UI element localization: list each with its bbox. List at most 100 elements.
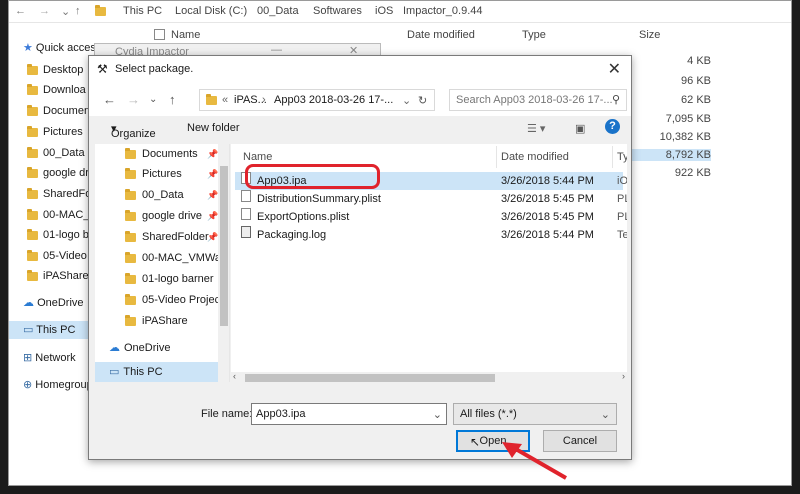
bg-size-cell: 96 KB: [681, 75, 711, 87]
view-options-icon[interactable]: ☰ ▾: [527, 122, 545, 135]
file-date: 3/26/2018 5:45 PM: [501, 211, 594, 223]
file-list-hscrollbar[interactable]: ‹ ›: [231, 371, 627, 384]
bg-checkbox[interactable]: [154, 29, 165, 43]
nav-item-05-video-project[interactable]: 05-Video Project: [95, 290, 219, 310]
nav-item-onedrive[interactable]: ☁ OneDrive: [95, 338, 219, 358]
cloud-icon: ☁: [23, 297, 38, 309]
preview-pane-icon[interactable]: ▣: [575, 122, 585, 135]
file-date: 3/26/2018 5:45 PM: [501, 193, 594, 205]
file-name-label: File name:: [201, 408, 253, 420]
bg-breadcrumb-item[interactable]: 00_Data: [257, 5, 299, 17]
organize-button[interactable]: Organize ▾: [111, 122, 156, 140]
scroll-right-icon[interactable]: ›: [622, 371, 625, 381]
bg-col-size[interactable]: Size: [639, 29, 660, 41]
scroll-left-icon[interactable]: ‹: [233, 371, 236, 381]
bg-breadcrumb-item[interactable]: Impactor_0.9.44: [403, 5, 483, 17]
dialog-toolbar: Organize ▾ New folder ☰ ▾ ▣ ?: [89, 116, 631, 142]
cloud-icon: ☁: [109, 342, 120, 354]
file-name-value: App03.ipa: [256, 408, 306, 420]
file-type-select[interactable]: All files (*.*) ⌄: [453, 403, 617, 425]
bg-size-cell: 922 KB: [674, 167, 711, 179]
bg-size-cell: 8,792 KB: [631, 149, 711, 161]
folder-icon: [27, 83, 38, 95]
nav-item-pictures[interactable]: Pictures 📌: [95, 164, 219, 184]
bg-col-date[interactable]: Date modified: [407, 29, 475, 41]
bg-size-cell: 7,095 KB: [665, 113, 711, 125]
dialog-title: Select package.: [115, 63, 194, 75]
dropdown-icon: ⌄: [61, 6, 71, 18]
nav-item-00-mac-vmware[interactable]: 00-MAC_VMWare: [95, 248, 219, 268]
address-bar[interactable]: « iPAS... › App03 2018-03-26 17-... ⌄ ↻: [199, 89, 435, 111]
refresh-icon[interactable]: ↻: [418, 94, 427, 107]
computer-icon: ▭: [23, 324, 37, 336]
select-package-dialog: ⚒ Select package. ✕ ← → ⌄ ↑ « iPAS... › …: [88, 55, 632, 460]
file-date: 3/26/2018 5:44 PM: [501, 229, 594, 241]
bg-breadcrumb-item[interactable]: iOS: [375, 5, 393, 17]
nav-item-00-data[interactable]: 00_Data 📌: [95, 185, 219, 205]
forward-icon: →: [39, 5, 50, 17]
file-row[interactable]: ExportOptions.plist 3/26/2018 5:45 PM PL…: [235, 208, 627, 226]
file-name-input[interactable]: App03.ipa ⌄: [251, 403, 447, 425]
bg-col-type[interactable]: Type: [522, 29, 546, 41]
nav-item-google-drive[interactable]: google drive 📌: [95, 206, 219, 226]
red-arrow-icon: [502, 442, 567, 480]
file-name: Packaging.log: [257, 229, 327, 241]
file-type: PLIS: [617, 193, 627, 205]
bg-col-name[interactable]: Name: [171, 29, 200, 41]
computer-icon: ▭: [109, 366, 120, 378]
folder-icon: [125, 147, 136, 159]
help-icon[interactable]: ?: [605, 119, 620, 134]
nav-item-01-logo-barner[interactable]: 01-logo barner: [95, 269, 219, 289]
folder-icon: [27, 269, 38, 281]
folder-icon: [27, 125, 38, 137]
bg-breadcrumb-item[interactable]: This PC: [123, 5, 162, 17]
up-icon[interactable]: ↑: [169, 92, 176, 107]
bg-nav-this-pc[interactable]: ▭ This PC: [9, 321, 95, 339]
search-input[interactable]: Search App03 2018-03-26 17-... ⚲: [449, 89, 627, 111]
bg-size-cell: 4 KB: [687, 55, 711, 67]
nav-item-this-pc[interactable]: ▭ This PC: [95, 362, 219, 382]
app-icon: ⚒: [97, 62, 108, 76]
bg-breadcrumb-item[interactable]: Softwares: [313, 5, 362, 17]
scroll-thumb[interactable]: [245, 374, 495, 382]
nav-item-documents[interactable]: Documents 📌: [95, 144, 219, 164]
pin-icon: 📌: [207, 149, 219, 159]
dropdown-icon[interactable]: ⌄: [402, 94, 411, 107]
bg-address-bar: ← → ⌄ ↑ This PC Local Disk (C:) 00_Data …: [9, 1, 791, 23]
bg-breadcrumb-item[interactable]: Local Disk (C:): [175, 5, 247, 17]
chevron-down-icon[interactable]: ⌄: [433, 408, 442, 421]
folder-icon: [125, 230, 136, 242]
network-icon: ⊞: [23, 352, 36, 364]
folder-icon: [125, 293, 136, 305]
close-icon[interactable]: ✕: [608, 59, 621, 79]
up-icon: ↑: [75, 5, 81, 17]
folder-icon: [125, 167, 136, 179]
folder-icon: [27, 63, 38, 75]
star-icon: ★: [23, 42, 36, 54]
folder-icon: [27, 166, 38, 178]
file-row[interactable]: Packaging.log 3/26/2018 5:44 PM Text: [235, 226, 627, 244]
nav-scrollbar[interactable]: [218, 144, 229, 382]
scroll-thumb[interactable]: [220, 166, 228, 326]
folder-icon: [95, 5, 106, 16]
folder-icon: [125, 209, 136, 221]
nav-item-sharedfolder[interactable]: SharedFolder 📌: [95, 227, 219, 247]
bg-size-cell: 62 KB: [681, 94, 711, 106]
folder-icon: [125, 272, 136, 284]
log-file-icon: [241, 226, 251, 238]
back-icon[interactable]: ←: [103, 92, 116, 107]
file-type: PLIS: [617, 211, 627, 223]
col-header-type[interactable]: Typ: [617, 146, 627, 168]
homegroup-icon: ⊕: [23, 379, 36, 391]
dialog-titlebar: ⚒ Select package. ✕: [89, 56, 631, 84]
address-segment[interactable]: App03 2018-03-26 17-...: [274, 94, 393, 106]
recent-dropdown-icon[interactable]: ⌄: [149, 94, 157, 105]
file-row[interactable]: DistributionSummary.plist 3/26/2018 5:45…: [235, 190, 627, 208]
nav-item-ipashare[interactable]: iPAShare: [95, 311, 219, 331]
forward-icon[interactable]: →: [127, 92, 140, 107]
new-folder-button[interactable]: New folder: [187, 122, 240, 134]
folder-icon: [27, 249, 38, 261]
file-icon: [241, 190, 251, 202]
col-header-date[interactable]: Date modified: [497, 146, 613, 168]
file-icon: [241, 208, 251, 220]
